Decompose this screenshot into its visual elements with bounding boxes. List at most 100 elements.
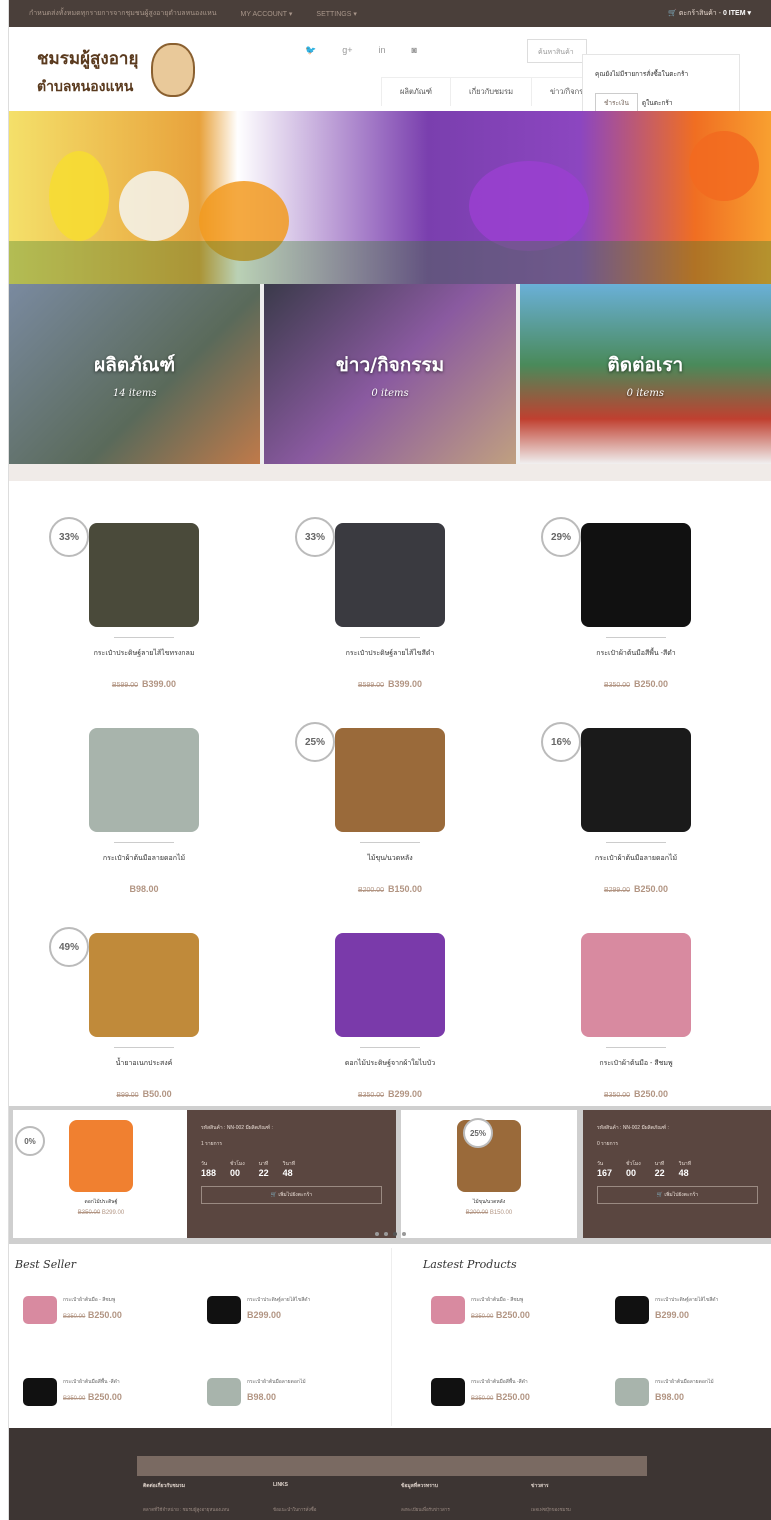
- settings-menu[interactable]: SETTINGS ▾: [316, 10, 356, 18]
- list-item[interactable]: กระเป๋าผ้าต้นมือลายดอกไม้ B98.00: [615, 1378, 714, 1406]
- product-divider: [606, 842, 666, 843]
- list-item-name[interactable]: กระเป๋าผ้าต้นมือ - สีชมพู: [63, 1296, 122, 1304]
- product-image[interactable]: [335, 523, 445, 627]
- list-item-image[interactable]: [615, 1378, 649, 1406]
- product-image[interactable]: [89, 728, 199, 832]
- tile-count: 0 items: [626, 387, 664, 399]
- list-item[interactable]: กระเป๋าผ้าต้นมือสีพื้น -สีดำ B350.00 B25…: [23, 1378, 122, 1406]
- footer-link[interactable]: ข้อแนะนำในการสั่งซื้อ: [273, 1506, 316, 1513]
- list-item-image[interactable]: [431, 1378, 465, 1406]
- product-name[interactable]: กระเป๋าผ้าต้นมือ - สีชมพู: [513, 1058, 759, 1069]
- old-price: B350.00: [603, 1092, 631, 1099]
- product-card[interactable]: 49% น้ำยาอเนกประสงค์ B99.00 B50.00: [21, 917, 267, 1122]
- product-image[interactable]: [581, 523, 691, 627]
- list-item-image[interactable]: [431, 1296, 465, 1324]
- product-card[interactable]: 16% กระเป๋าผ้าต้นมือลายดอกไม้ B299.00 B25…: [513, 712, 759, 917]
- instagram-icon[interactable]: ◙: [412, 45, 417, 56]
- deal-carousel: 0% ดอกไม้ประดิษฐ์ B350.00 B299.00 รหัสสิ…: [9, 1106, 771, 1244]
- product-image[interactable]: [335, 933, 445, 1037]
- old-price: B599.00: [111, 682, 139, 689]
- product-divider: [114, 637, 174, 638]
- product-card[interactable]: 33% กระเป๋าประดิษฐ์ลายไส้ไขทรงกลม B599.0…: [21, 507, 267, 712]
- product-name[interactable]: ไม้ขุน/นวดหลัง: [267, 853, 513, 864]
- tile-news[interactable]: ข่าว/กิจกรรม 0 items: [264, 284, 516, 464]
- product-card[interactable]: 25% ไม้ขุน/นวดหลัง B200.00 B150.00: [267, 712, 513, 917]
- logo-emblem: [151, 43, 195, 97]
- cd-hours: 00: [626, 1168, 637, 1178]
- list-item[interactable]: กระเป๋าผ้าต้นมือลายดอกไม้ B98.00: [207, 1378, 306, 1406]
- product-card[interactable]: กระเป๋าผ้าต้นมือ - สีชมพู B350.00 B250.00: [513, 917, 759, 1122]
- new-price: B250.00: [634, 884, 669, 894]
- old-price: B200.00: [357, 887, 385, 894]
- list-item-image[interactable]: [207, 1378, 241, 1406]
- tile-products[interactable]: ผลิตภัณฑ์ 14 items: [9, 284, 261, 464]
- product-image[interactable]: [581, 728, 691, 832]
- footer-link[interactable]: ตลาดที่ใช้จำหน่าย : ชมรมผู้สูงอายุหนองแห…: [143, 1506, 229, 1513]
- carousel-dots[interactable]: [375, 1232, 406, 1236]
- nav-item-about[interactable]: เกี่ยวกับชมรม: [450, 77, 532, 106]
- product-price: B350.00 B250.00: [513, 679, 759, 689]
- deal-product[interactable]: 0% ดอกไม้ประดิษฐ์ B350.00 B299.00: [13, 1110, 189, 1238]
- list-item-name[interactable]: กระเป๋าผ้าต้นมือลายดอกไม้: [655, 1378, 714, 1386]
- cd-label: วัน: [201, 1161, 208, 1167]
- product-image[interactable]: [335, 728, 445, 832]
- linkedin-icon[interactable]: in: [378, 45, 385, 56]
- product-name[interactable]: กระเป๋าประดิษฐ์ลายไส้ไขสีดำ: [267, 648, 513, 659]
- product-card[interactable]: 33% กระเป๋าประดิษฐ์ลายไส้ไขสีดำ B599.00 B…: [267, 507, 513, 712]
- list-item[interactable]: กระเป๋าประดิษฐ์ลายไส้ไขสีดำ B299.00: [207, 1296, 310, 1324]
- tile-contact[interactable]: ติดต่อเรา 0 items: [519, 284, 771, 464]
- footer-link[interactable]: เพจเฟซบุ๊กของชมรม: [531, 1506, 571, 1513]
- list-item-image[interactable]: [23, 1296, 57, 1324]
- footer-link[interactable]: ลงทะเบียนเพื่อรับข่าวสาร: [401, 1506, 450, 1513]
- add-to-cart-button[interactable]: 🛒 เพิ่มไปยังตะกร้า: [201, 1186, 382, 1204]
- checkout-button[interactable]: ชำระเงิน: [595, 93, 638, 113]
- search-input[interactable]: ค้นหาสินค้า: [527, 39, 587, 63]
- list-item-name[interactable]: กระเป๋าประดิษฐ์ลายไส้ไขสีดำ: [655, 1296, 718, 1304]
- product-card[interactable]: 29% กระเป๋าผ้าต้นมือสีพื้น -สีดำ B350.00…: [513, 507, 759, 712]
- product-name[interactable]: กระเป๋าผ้าต้นมือสีพื้น -สีดำ: [513, 648, 759, 659]
- deal-old-price: B350.00: [77, 1210, 101, 1216]
- list-item-image[interactable]: [207, 1296, 241, 1324]
- deal-product[interactable]: 25% ไม้ขุน/นวดหลัง B200.00 B150.00: [401, 1110, 577, 1238]
- old-price: B350.00: [603, 682, 631, 689]
- cd-mins: 22: [654, 1168, 665, 1178]
- list-item-name[interactable]: กระเป๋าผ้าต้นมือสีพื้น -สีดำ: [471, 1378, 530, 1386]
- product-card[interactable]: ดอกไม้ประดิษฐ์จากผ้าใยไบบัว B350.00 B299.…: [267, 917, 513, 1122]
- my-account-menu[interactable]: MY ACCOUNT ▾: [241, 10, 293, 18]
- new-price: B98.00: [247, 1392, 277, 1402]
- list-item[interactable]: กระเป๋าประดิษฐ์ลายไส้ไขสีดำ B299.00: [615, 1296, 718, 1324]
- cd-mins: 22: [258, 1168, 269, 1178]
- product-name[interactable]: กระเป๋าประดิษฐ์ลายไส้ไขทรงกลม: [21, 648, 267, 659]
- google-plus-icon[interactable]: g+: [342, 45, 352, 56]
- list-item-image[interactable]: [615, 1296, 649, 1324]
- view-cart-link[interactable]: ดูในตะกร้า: [642, 100, 673, 107]
- list-item-name[interactable]: กระเป๋าผ้าต้นมือ - สีชมพู: [471, 1296, 530, 1304]
- list-item-name[interactable]: กระเป๋าประดิษฐ์ลายไส้ไขสีดำ: [247, 1296, 310, 1304]
- old-price: B350.00: [357, 1092, 385, 1099]
- product-price: B350.00 B299.00: [267, 1089, 513, 1099]
- nav-item-products[interactable]: ผลิตภัณฑ์: [381, 77, 450, 106]
- product-name[interactable]: ดอกไม้ประดิษฐ์จากผ้าใยไบบัว: [267, 1058, 513, 1069]
- list-item-image[interactable]: [23, 1378, 57, 1406]
- product-name[interactable]: กระเป๋าผ้าต้นมือลายดอกไม้: [513, 853, 759, 864]
- tile-title: ผลิตภัณฑ์: [94, 353, 176, 376]
- product-divider: [606, 637, 666, 638]
- cart-summary[interactable]: 🛒 ตะกร้าสินค้า - 0 ITEM ▾: [668, 8, 751, 19]
- product-name[interactable]: กระเป๋าผ้าต้นมือลายดอกไม้: [21, 853, 267, 864]
- add-to-cart-button[interactable]: 🛒 เพิ่มไปยังตะกร้า: [597, 1186, 758, 1204]
- list-item-name[interactable]: กระเป๋าผ้าต้นมือลายดอกไม้: [247, 1378, 306, 1386]
- twitter-icon[interactable]: 🐦: [305, 45, 316, 56]
- product-name[interactable]: น้ำยาอเนกประสงค์: [21, 1058, 267, 1069]
- new-price: B399.00: [142, 679, 177, 689]
- product-image[interactable]: [581, 933, 691, 1037]
- deal-price: B350.00 B299.00: [13, 1210, 189, 1216]
- list-item[interactable]: กระเป๋าผ้าต้นมือ - สีชมพู B350.00 B250.0…: [431, 1296, 530, 1324]
- list-item[interactable]: กระเป๋าผ้าต้นมือ - สีชมพู B350.00 B250.0…: [23, 1296, 122, 1324]
- list-item[interactable]: กระเป๋าผ้าต้นมือสีพื้น -สีดำ B350.00 B25…: [431, 1378, 530, 1406]
- product-image[interactable]: [89, 523, 199, 627]
- product-image[interactable]: [89, 933, 199, 1037]
- list-item-name[interactable]: กระเป๋าผ้าต้นมือสีพื้น -สีดำ: [63, 1378, 122, 1386]
- product-card[interactable]: กระเป๋าผ้าต้นมือลายดอกไม้ B98.00: [21, 712, 267, 917]
- countdown: วัน 188 ชั่วโมง 00 นาที 22 วินาที 48: [201, 1160, 382, 1178]
- site-logo[interactable]: ชมรมผู้สูงอายุ ตำบลหนองแหน: [37, 45, 138, 98]
